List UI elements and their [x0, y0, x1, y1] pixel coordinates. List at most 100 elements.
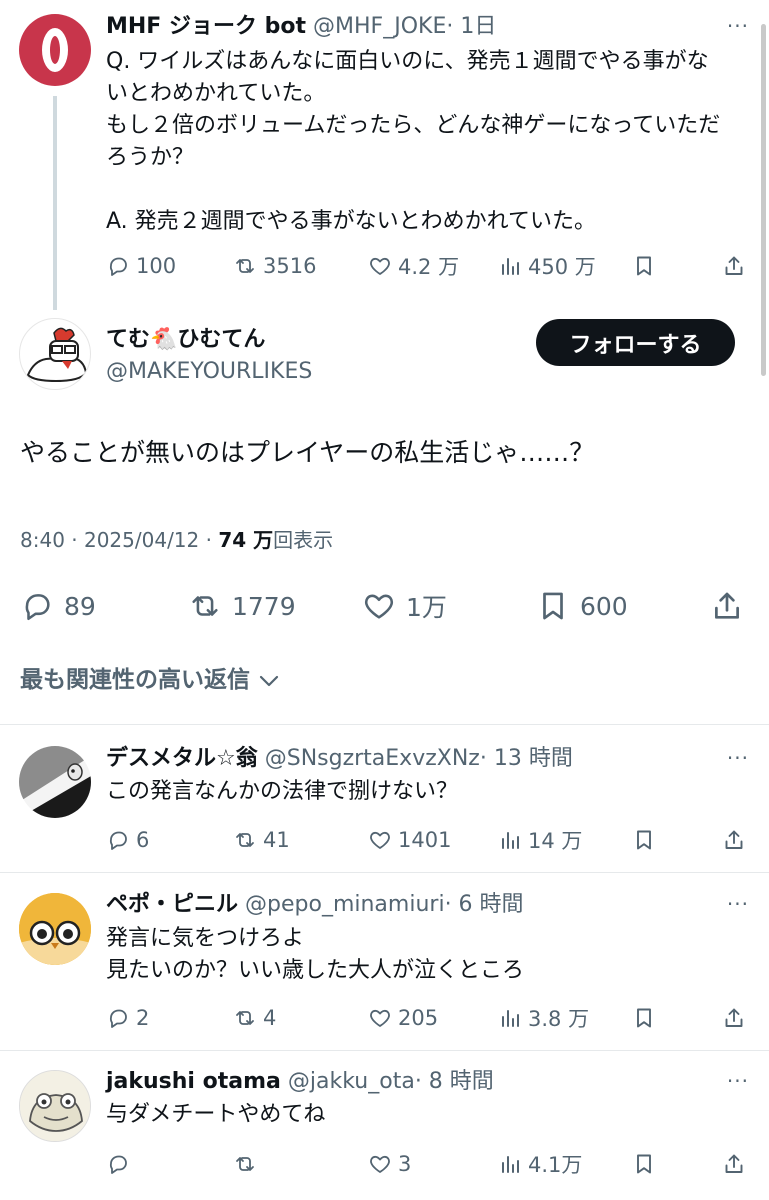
bookmark-button[interactable] [632, 1002, 656, 1034]
bookmark-button[interactable]: 600 [536, 586, 628, 626]
follow-button[interactable]: フォローする [536, 319, 735, 366]
reply-author-handle[interactable]: @jakku_ota [288, 1069, 415, 1094]
like-button[interactable]: 1万 [362, 586, 447, 626]
reply-icon [106, 828, 130, 852]
tweet-text-line: いとわめかれていた。 [106, 81, 326, 106]
reply-author-name[interactable]: ペポ・ピニル [106, 892, 238, 917]
reply-button[interactable]: 6 [106, 824, 149, 856]
like-button[interactable]: 4.2 万 [368, 250, 459, 282]
retweet-count: 4 [263, 1006, 277, 1030]
views-count: 4.1万 [528, 1153, 583, 1177]
share-button[interactable] [710, 586, 744, 626]
retweet-icon [233, 1006, 257, 1030]
reply-text-line: 発言に気をつけろよ [106, 926, 305, 951]
retweet-button[interactable]: 4 [233, 1002, 276, 1034]
reply-button[interactable]: 89 [20, 586, 96, 626]
views-button[interactable]: 4.1万 [498, 1148, 582, 1180]
retweet-button[interactable]: 1779 [188, 586, 296, 626]
like-button[interactable]: 3 [368, 1148, 411, 1180]
bookmark-icon [536, 589, 570, 623]
reply-sort-dropdown[interactable]: 最も関連性の高い返信 [20, 666, 281, 694]
reply-time[interactable]: · 13 時間 [480, 746, 573, 771]
retweet-icon [233, 254, 257, 278]
more-icon[interactable]: ··· [727, 14, 749, 38]
thread-line [53, 96, 57, 310]
share-button[interactable] [722, 824, 746, 856]
retweet-count: 3516 [263, 254, 317, 278]
tweet-actions: 100 3516 4.2 万 450 万 [106, 250, 746, 282]
tweet-text-line: ろうか？ [106, 145, 195, 170]
author-row: MHF ジョーク bot @MHF_JOKE· 1日 [106, 13, 496, 41]
reply-author-row: デスメタル☆翁 @SNsgzrtaExvzXNz· 13 時間 [106, 745, 573, 773]
bookmark-icon [632, 828, 656, 852]
like-count: 1401 [398, 828, 452, 852]
owl-avatar-icon [19, 893, 91, 965]
author-name-row: てむ🐔ひむてん [106, 326, 265, 354]
reply-actions: 3 4.1万 [106, 1148, 746, 1180]
bookmark-button[interactable] [632, 1148, 656, 1180]
retweet-button[interactable]: 41 [233, 824, 290, 856]
share-button[interactable] [722, 1002, 746, 1034]
views-button[interactable]: 14 万 [498, 824, 582, 856]
reply-actions: 2 4 205 3.8 万 [106, 1002, 746, 1034]
avatar-pepo[interactable] [19, 893, 91, 965]
avatar-mhf-joke[interactable] [19, 14, 91, 86]
reply-author-handle[interactable]: @pepo_minamiuri [245, 892, 445, 917]
like-button[interactable]: 1401 [368, 824, 451, 856]
share-button[interactable] [722, 1148, 746, 1180]
tweet-time[interactable]: · 1日 [446, 14, 496, 39]
reply-icon [106, 1152, 130, 1176]
reply-text: この発言なんかの法律で捌けない？ [106, 776, 458, 808]
bookmark-button[interactable] [632, 824, 656, 856]
like-icon [368, 828, 392, 852]
more-icon[interactable]: ··· [727, 1069, 749, 1093]
reply-text: 発言に気をつけろよ 見たいのか？いい歳した大人が泣くところ [106, 923, 524, 987]
like-button[interactable]: 205 [368, 1002, 438, 1034]
avatar-jakushi[interactable] [19, 1070, 91, 1142]
reply-author-name[interactable]: デスメタル☆翁 [106, 746, 258, 771]
reply-actions: 6 41 1401 14 万 [106, 824, 746, 856]
reply-text-line: この発言なんかの法律で捌けない？ [106, 779, 459, 804]
reply-button[interactable]: 100 [106, 250, 176, 282]
view-count: 74 万 [218, 528, 274, 552]
reply-author-name[interactable]: jakushi otama [106, 1069, 281, 1094]
author-handle[interactable]: @MAKEYOURLIKES [106, 359, 312, 384]
author-name[interactable]: MHF ジョーク bot [106, 14, 306, 39]
chicken-avatar-icon [26, 327, 88, 383]
reply-count: 6 [136, 828, 150, 852]
retweet-button[interactable] [233, 1148, 263, 1180]
divider [0, 872, 769, 873]
share-button[interactable] [722, 250, 746, 282]
reply-time[interactable]: · 8 時間 [415, 1069, 494, 1094]
views-button[interactable]: 450 万 [498, 250, 596, 282]
more-icon[interactable]: ··· [727, 746, 749, 770]
bookmark-icon [632, 254, 656, 278]
reply-icon [20, 589, 54, 623]
reply-button[interactable] [106, 1148, 136, 1180]
reply-icon [106, 1006, 130, 1030]
like-icon [368, 1006, 392, 1030]
views-count: 3.8 万 [528, 1007, 590, 1031]
bookmark-button[interactable] [632, 250, 656, 282]
scrollbar-thumb[interactable] [761, 24, 766, 376]
like-count: 205 [398, 1006, 439, 1030]
avatar-temu[interactable] [19, 318, 91, 390]
retweet-button[interactable]: 3516 [233, 250, 316, 282]
more-icon[interactable]: ··· [727, 892, 749, 916]
reply-text-line: 与ダメチートやめてね [106, 1102, 326, 1127]
reply-count: 100 [136, 254, 177, 278]
views-button[interactable]: 3.8 万 [498, 1002, 589, 1034]
main-tweet-text: やることが無いのはプレイヤーの私生活じゃ……？ [20, 438, 595, 467]
avatar-deathmetal[interactable] [19, 746, 91, 818]
like-count: 1万 [406, 593, 447, 622]
bookmark-icon [632, 1006, 656, 1030]
tweet-text-line: A. 発売２週間でやる事がないとわめかれていた。 [106, 209, 596, 234]
tweet-timestamp[interactable]: 8:40 · 2025/04/12 · [20, 528, 218, 552]
author-name[interactable]: てむ🐔ひむてん [106, 327, 265, 352]
retweet-count: 41 [263, 828, 290, 852]
share-icon [722, 1152, 746, 1176]
reply-author-handle[interactable]: @SNsgzrtaExvzXNz [265, 746, 480, 771]
reply-button[interactable]: 2 [106, 1002, 149, 1034]
author-handle[interactable]: @MHF_JOKE [313, 14, 446, 39]
reply-time[interactable]: · 6 時間 [445, 892, 524, 917]
